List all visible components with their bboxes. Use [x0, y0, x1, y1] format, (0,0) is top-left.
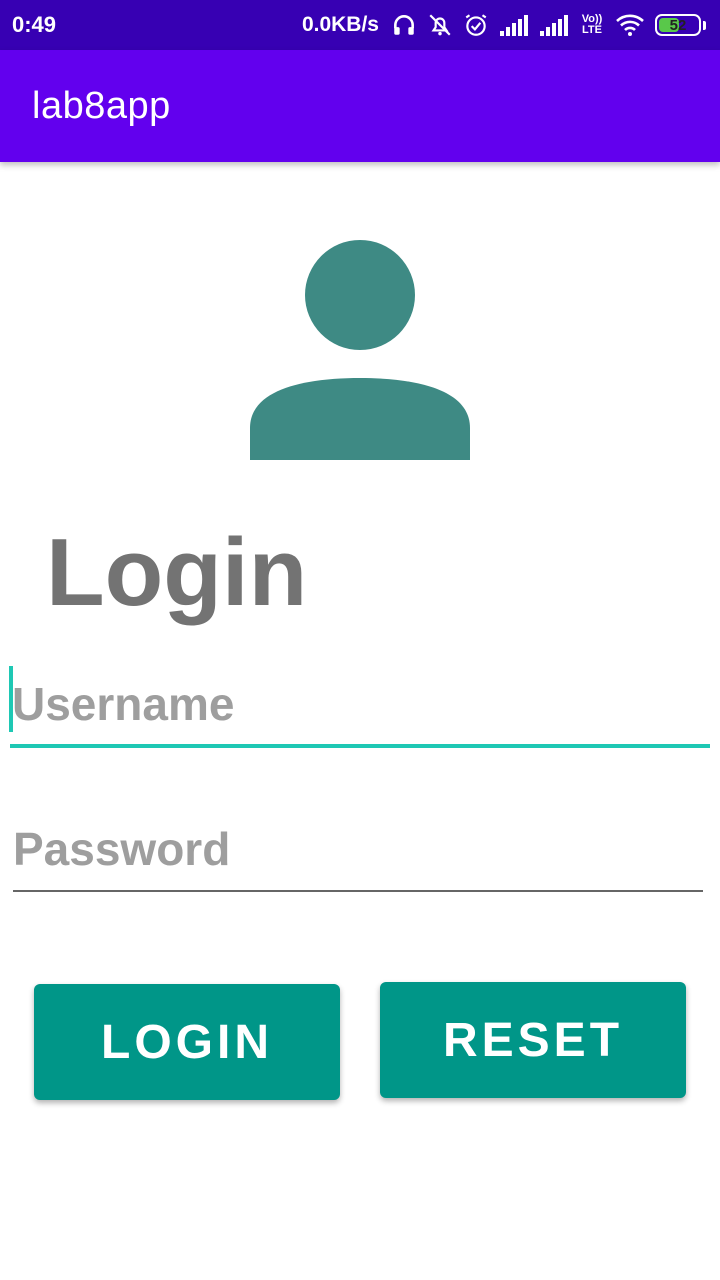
login-title: Login: [46, 519, 308, 626]
battery-tip: [703, 20, 706, 30]
app-bar: lab8app: [0, 50, 720, 162]
signal-icon: [499, 13, 529, 37]
person-icon: [248, 238, 472, 462]
status-bar: 0:49 0.0KB/s Vo)) LTE 52: [0, 0, 720, 50]
login-button[interactable]: LOGIN: [34, 984, 340, 1100]
app-title: lab8app: [32, 84, 171, 127]
status-icons: 0.0KB/s Vo)) LTE 52: [302, 12, 706, 38]
text-cursor: [9, 666, 13, 732]
alarm-icon: [463, 12, 489, 38]
headphones-icon: [391, 12, 417, 38]
username-input[interactable]: [10, 664, 710, 748]
notifications-off-icon: [427, 12, 453, 38]
wifi-icon: [615, 13, 645, 37]
network-speed: 0.0KB/s: [301, 13, 379, 36]
battery-level: 52: [669, 16, 687, 34]
reset-button[interactable]: RESET: [380, 982, 686, 1098]
volte-icon: Vo)) LTE: [581, 13, 603, 36]
battery-icon: 52: [655, 14, 701, 36]
status-time: 0:49: [12, 12, 57, 37]
password-input[interactable]: [13, 808, 703, 892]
signal-icon: [539, 13, 569, 37]
